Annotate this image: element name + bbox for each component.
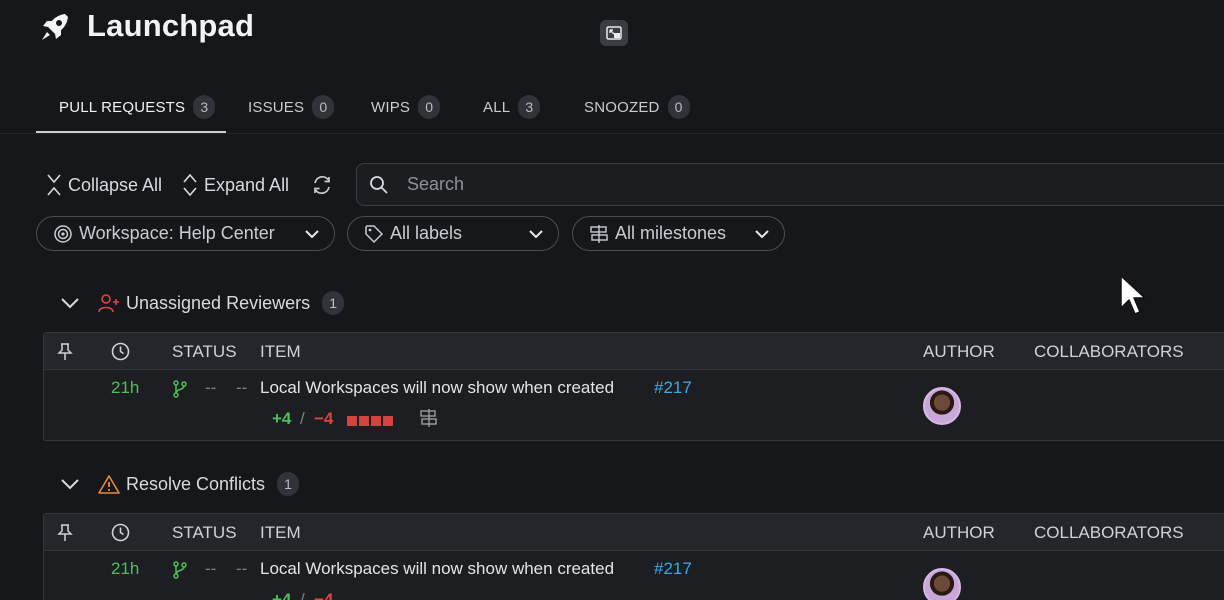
column-item[interactable]: ITEM (260, 342, 301, 362)
chevron-down-icon (755, 229, 769, 238)
status-placeholder: -- (236, 378, 248, 397)
column-author[interactable]: AUTHOR (923, 342, 995, 362)
diff-separator: / (300, 590, 305, 600)
additions-count: +4 (272, 590, 292, 600)
search-input[interactable] (407, 174, 1107, 195)
column-collaborators[interactable]: COLLABORATORS (1034, 342, 1184, 362)
column-collaborators[interactable]: COLLABORATORS (1034, 523, 1184, 543)
labels-filter-label: All labels (390, 223, 463, 243)
table-header: STATUS ITEM AUTHOR COLLABORATORS (44, 514, 1224, 551)
pr-title[interactable]: Local Workspaces will now show when crea… (260, 559, 614, 579)
branch-icon (173, 380, 187, 398)
row-age: 21h (111, 378, 140, 397)
branch-icon (173, 561, 187, 579)
status-placeholder: -- (205, 559, 217, 578)
tab-count-badge: 0 (418, 95, 441, 119)
milestone-icon[interactable] (420, 409, 438, 427)
tab-count-badge: 0 (312, 95, 335, 119)
expand-all-button[interactable]: Expand All (182, 172, 289, 198)
row-age: 21h (111, 559, 140, 578)
status-placeholder: -- (205, 378, 217, 397)
collapse-all-label: Collapse All (68, 174, 163, 195)
collapse-icon (47, 174, 61, 196)
column-status[interactable]: STATUS (172, 342, 237, 362)
tab-label: PULL REQUESTS (59, 98, 186, 116)
tab-label: ALL (483, 98, 511, 116)
refresh-icon[interactable] (311, 174, 333, 196)
chevron-down-icon[interactable] (60, 477, 80, 491)
expand-all-label: Expand All (204, 174, 290, 195)
tab-count-badge: 3 (518, 95, 541, 119)
clock-icon[interactable] (111, 523, 130, 542)
clock-icon[interactable] (111, 342, 130, 361)
resolve-conflicts-table: STATUS ITEM AUTHOR COLLABORATORS 21h -- … (43, 513, 1224, 600)
column-item[interactable]: ITEM (260, 523, 301, 543)
workspace-filter-label: Workspace: Help Center (79, 223, 275, 243)
pin-icon[interactable] (57, 343, 73, 361)
tab-issues[interactable]: ISSUES 0 (248, 94, 335, 120)
group-count-badge: 1 (322, 291, 345, 315)
unassigned-reviewers-table: STATUS ITEM AUTHOR COLLABORATORS 21h -- … (43, 332, 1224, 441)
pr-number-link[interactable]: #217 (654, 378, 692, 398)
collapse-all-button[interactable]: Collapse All (46, 172, 162, 198)
group-header-unassigned-reviewers[interactable]: Unassigned Reviewers 1 (60, 288, 345, 318)
tab-wips[interactable]: WIPS 0 (371, 94, 441, 120)
person-add-icon (98, 294, 119, 313)
table-header: STATUS ITEM AUTHOR COLLABORATORS (44, 333, 1224, 370)
column-status[interactable]: STATUS (172, 523, 237, 543)
tab-snoozed[interactable]: SNOOZED 0 (584, 94, 690, 120)
tab-count-badge: 0 (667, 95, 690, 119)
milestones-filter-dropdown[interactable]: All milestones (572, 216, 785, 251)
tab-count-badge: 3 (193, 95, 216, 119)
group-count-badge: 1 (277, 472, 300, 496)
column-author[interactable]: AUTHOR (923, 523, 995, 543)
deletions-count: −4 (314, 590, 334, 600)
popout-button[interactable] (600, 20, 628, 46)
tab-label: ISSUES (248, 98, 305, 116)
search-icon (370, 175, 388, 194)
milestones-filter-label: All milestones (615, 223, 727, 243)
deletions-count: −4 (314, 409, 334, 428)
table-row[interactable]: 21h -- -- Local Workspaces will now show… (44, 370, 1224, 440)
additions-count: +4 (272, 409, 292, 428)
group-header-resolve-conflicts[interactable]: Resolve Conflicts 1 (60, 469, 300, 499)
avatar[interactable] (923, 387, 961, 425)
chevron-down-icon (305, 229, 319, 238)
tag-icon (365, 224, 384, 243)
diff-bar (347, 411, 395, 431)
diff-separator: / (300, 409, 305, 428)
active-tab-indicator (36, 131, 226, 133)
pin-icon[interactable] (57, 524, 73, 542)
pr-title[interactable]: Local Workspaces will now show when crea… (260, 378, 614, 398)
expand-icon (183, 173, 197, 197)
app-title: Launchpad (87, 8, 255, 43)
tab-divider (0, 133, 1224, 134)
tab-label: WIPS (371, 98, 411, 116)
group-title: Resolve Conflicts (126, 473, 266, 494)
status-placeholder: -- (236, 559, 248, 578)
mouse-cursor-icon (1120, 275, 1146, 315)
tab-pull-requests[interactable]: PULL REQUESTS 3 (59, 94, 216, 120)
group-title: Unassigned Reviewers (126, 292, 311, 313)
chevron-down-icon (529, 229, 543, 238)
milestone-icon (590, 224, 608, 243)
tab-all[interactable]: ALL 3 (483, 94, 541, 120)
chevron-down-icon[interactable] (60, 296, 80, 310)
workspace-icon (54, 224, 72, 243)
warning-icon (98, 475, 120, 494)
rocket-icon (42, 14, 68, 40)
popout-icon (606, 26, 622, 40)
labels-filter-dropdown[interactable]: All labels (347, 216, 559, 251)
avatar[interactable] (923, 568, 961, 600)
workspace-filter-dropdown[interactable]: Workspace: Help Center (36, 216, 335, 251)
pr-number-link[interactable]: #217 (654, 559, 692, 579)
table-row[interactable]: 21h -- -- Local Workspaces will now show… (44, 551, 1224, 600)
tab-label: SNOOZED (584, 98, 660, 116)
search-box (356, 163, 1224, 206)
